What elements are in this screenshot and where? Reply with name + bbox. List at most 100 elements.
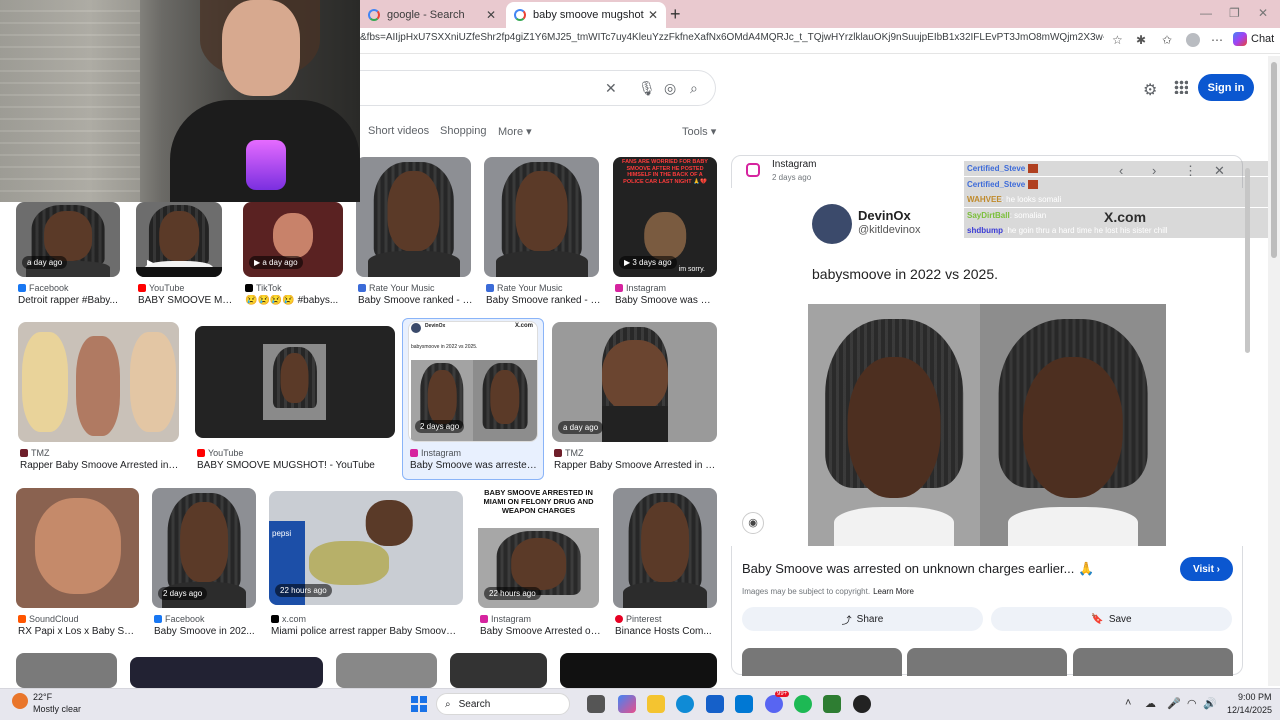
result-title[interactable]: Baby Smoove was arr... <box>615 295 715 306</box>
result-thumbnail[interactable]: a day ago <box>552 322 717 442</box>
outlook-icon[interactable] <box>735 695 753 713</box>
visit-button[interactable]: Visit › <box>1180 557 1233 581</box>
page-scrollbar[interactable] <box>1268 56 1280 686</box>
lens-icon[interactable]: ◎ <box>664 80 676 97</box>
clock-time[interactable]: 9:00 PM <box>1238 692 1272 702</box>
share-button[interactable]: ⤴ Share <box>742 607 983 631</box>
filter-tools[interactable]: Tools ▾ <box>682 125 716 138</box>
favorites-icon[interactable]: ✩ <box>1162 33 1172 47</box>
result-title[interactable]: 😢😢😢😢 #babys... <box>245 295 345 306</box>
profile-avatar[interactable] <box>1186 33 1200 47</box>
mic-icon[interactable]: 🎙 <box>638 80 656 97</box>
result-thumbnail[interactable] <box>484 157 599 277</box>
result-thumbnail[interactable]: ▶ a day ago <box>243 202 343 277</box>
weather-temp[interactable]: 22°F <box>33 692 52 702</box>
star-icon[interactable]: ☆ <box>1112 33 1123 47</box>
result-thumbnail[interactable] <box>130 657 323 688</box>
result-thumbnail[interactable]: ▶ <box>136 202 222 277</box>
cloud-icon[interactable]: ☁ <box>1145 697 1156 710</box>
related-image[interactable] <box>742 648 902 676</box>
tab-google-search[interactable]: google - Search ✕ <box>360 2 504 28</box>
filter-shopping[interactable]: Shopping <box>440 125 487 137</box>
result-title[interactable]: Rapper Baby Smoove Arrested in Mi... <box>554 460 716 471</box>
result-thumbnail[interactable] <box>450 653 547 688</box>
search-icon[interactable]: ⌕ <box>690 80 698 97</box>
weather-icon[interactable] <box>12 693 28 709</box>
clock-date[interactable]: 12/14/2025 <box>1227 705 1272 715</box>
related-image[interactable] <box>907 648 1067 676</box>
result-title[interactable]: Binance Hosts Com... <box>615 626 719 637</box>
lens-icon[interactable]: ◉ <box>742 512 764 534</box>
result-thumbnail[interactable] <box>560 653 717 688</box>
tab-baby-smoove[interactable]: baby smoove mugshot - Google S ✕ <box>506 2 666 28</box>
result-title[interactable]: BABY SMOOVE MUGSHOT! - YouTube <box>197 460 397 471</box>
result-title[interactable]: Baby Smoove in 202... <box>154 626 258 637</box>
spotify-icon[interactable] <box>794 695 812 713</box>
chevron-up-icon[interactable]: ˄ <box>1125 697 1131 709</box>
result-title[interactable]: Baby Smoove Arrested on... <box>480 626 601 637</box>
more-menu-icon[interactable]: ⋯ <box>1211 33 1223 47</box>
copilot-icon[interactable] <box>618 695 636 713</box>
file-explorer-icon[interactable] <box>647 695 665 713</box>
result-thumbnail[interactable] <box>356 157 471 277</box>
result-thumbnail[interactable] <box>16 488 139 608</box>
result-thumbnail[interactable]: a day ago <box>16 202 120 277</box>
result-title[interactable]: Baby Smoove ranked - R... <box>486 295 601 306</box>
result-title[interactable]: Baby Smoove was arrested ... <box>410 460 538 471</box>
new-tab-button[interactable]: + <box>670 4 681 25</box>
result-thumbnail[interactable] <box>16 653 117 688</box>
result-thumbnail[interactable] <box>18 322 179 442</box>
robinhood-icon[interactable] <box>823 695 841 713</box>
result-title[interactable]: Baby Smoove ranked - R... <box>358 295 473 306</box>
result-title[interactable]: Miami police arrest rapper Baby Smoove .… <box>271 626 461 637</box>
result-source: Instagram <box>410 448 461 458</box>
result-thumbnail[interactable] <box>336 653 437 688</box>
result-title[interactable]: Detroit rapper #Baby... <box>18 295 122 306</box>
volume-icon[interactable]: 🔊 <box>1203 697 1217 710</box>
tweet-avatar <box>812 204 852 244</box>
windows-start-icon[interactable] <box>411 696 427 712</box>
preview-source[interactable]: Instagram <box>772 159 816 170</box>
clear-icon[interactable]: ✕ <box>605 80 617 97</box>
result-thumbnail[interactable] <box>613 488 717 608</box>
obs-icon[interactable] <box>853 695 871 713</box>
learn-more-link[interactable]: Learn More <box>873 587 914 596</box>
maximize-icon[interactable]: ❐ <box>1229 6 1240 20</box>
result-thumbnail[interactable]: pepsi 22 hours ago <box>269 491 463 605</box>
wifi-icon[interactable]: ◠ <box>1187 697 1197 710</box>
result-thumbnail[interactable]: 2 days ago <box>152 488 256 608</box>
panel-scrollbar[interactable] <box>1245 156 1251 674</box>
store-icon[interactable] <box>706 695 724 713</box>
search-input[interactable] <box>360 70 716 106</box>
result-thumbnail[interactable]: BABY SMOOVE ARRESTED IN MIAMI ON FELONY … <box>478 488 599 608</box>
weather-condition[interactable]: Mostly clear <box>33 704 81 714</box>
result-title[interactable]: RX Papi x Los x Baby Smo... <box>18 626 141 637</box>
result-title[interactable]: Rapper Baby Smoove Arrested in Mi... <box>20 460 181 471</box>
preview-title[interactable]: Baby Smoove was arrested on unknown char… <box>742 561 1094 577</box>
result-thumbnail[interactable]: FANS ARE WORRIED FOR BABY SMOOVE AFTER H… <box>613 157 717 277</box>
save-button[interactable]: 🔖 Save <box>991 607 1232 631</box>
mic-tray-icon[interactable]: 🎤 <box>1167 697 1181 710</box>
discord-icon[interactable] <box>765 695 783 713</box>
edge-icon[interactable] <box>676 695 694 713</box>
chat-button[interactable]: Chat <box>1233 32 1274 46</box>
url-field[interactable]: &fbs=AIIjpHxU7SXXniUZfeShr2fp4giZ1Y6MJ25… <box>360 32 1104 50</box>
filter-more[interactable]: More ▾ <box>498 125 532 138</box>
result-title[interactable]: BABY SMOOVE MU... <box>138 295 234 306</box>
result-thumbnail[interactable] <box>195 326 395 438</box>
google-icon <box>368 9 380 21</box>
close-window-icon[interactable]: ✕ <box>1258 6 1268 20</box>
taskbar-search[interactable]: ⌕ Search <box>436 693 570 715</box>
close-tab-icon[interactable]: ✕ <box>486 8 496 22</box>
result-thumbnail[interactable]: DevinOx X.com babysmoove in 2022 vs 2025… <box>408 321 538 442</box>
filter-short-videos[interactable]: Short videos <box>368 125 429 137</box>
close-tab-icon[interactable]: ✕ <box>648 8 658 22</box>
settings-icon[interactable]: ⚙ <box>1143 80 1157 100</box>
related-image[interactable] <box>1073 648 1233 676</box>
sign-in-button[interactable]: Sign in <box>1198 74 1254 101</box>
mugshot-2022 <box>808 304 980 546</box>
extensions-icon[interactable]: ✱ <box>1136 33 1146 47</box>
task-view-icon[interactable] <box>587 695 605 713</box>
apps-icon[interactable] <box>1174 80 1188 94</box>
minimize-icon[interactable]: — <box>1200 6 1212 20</box>
